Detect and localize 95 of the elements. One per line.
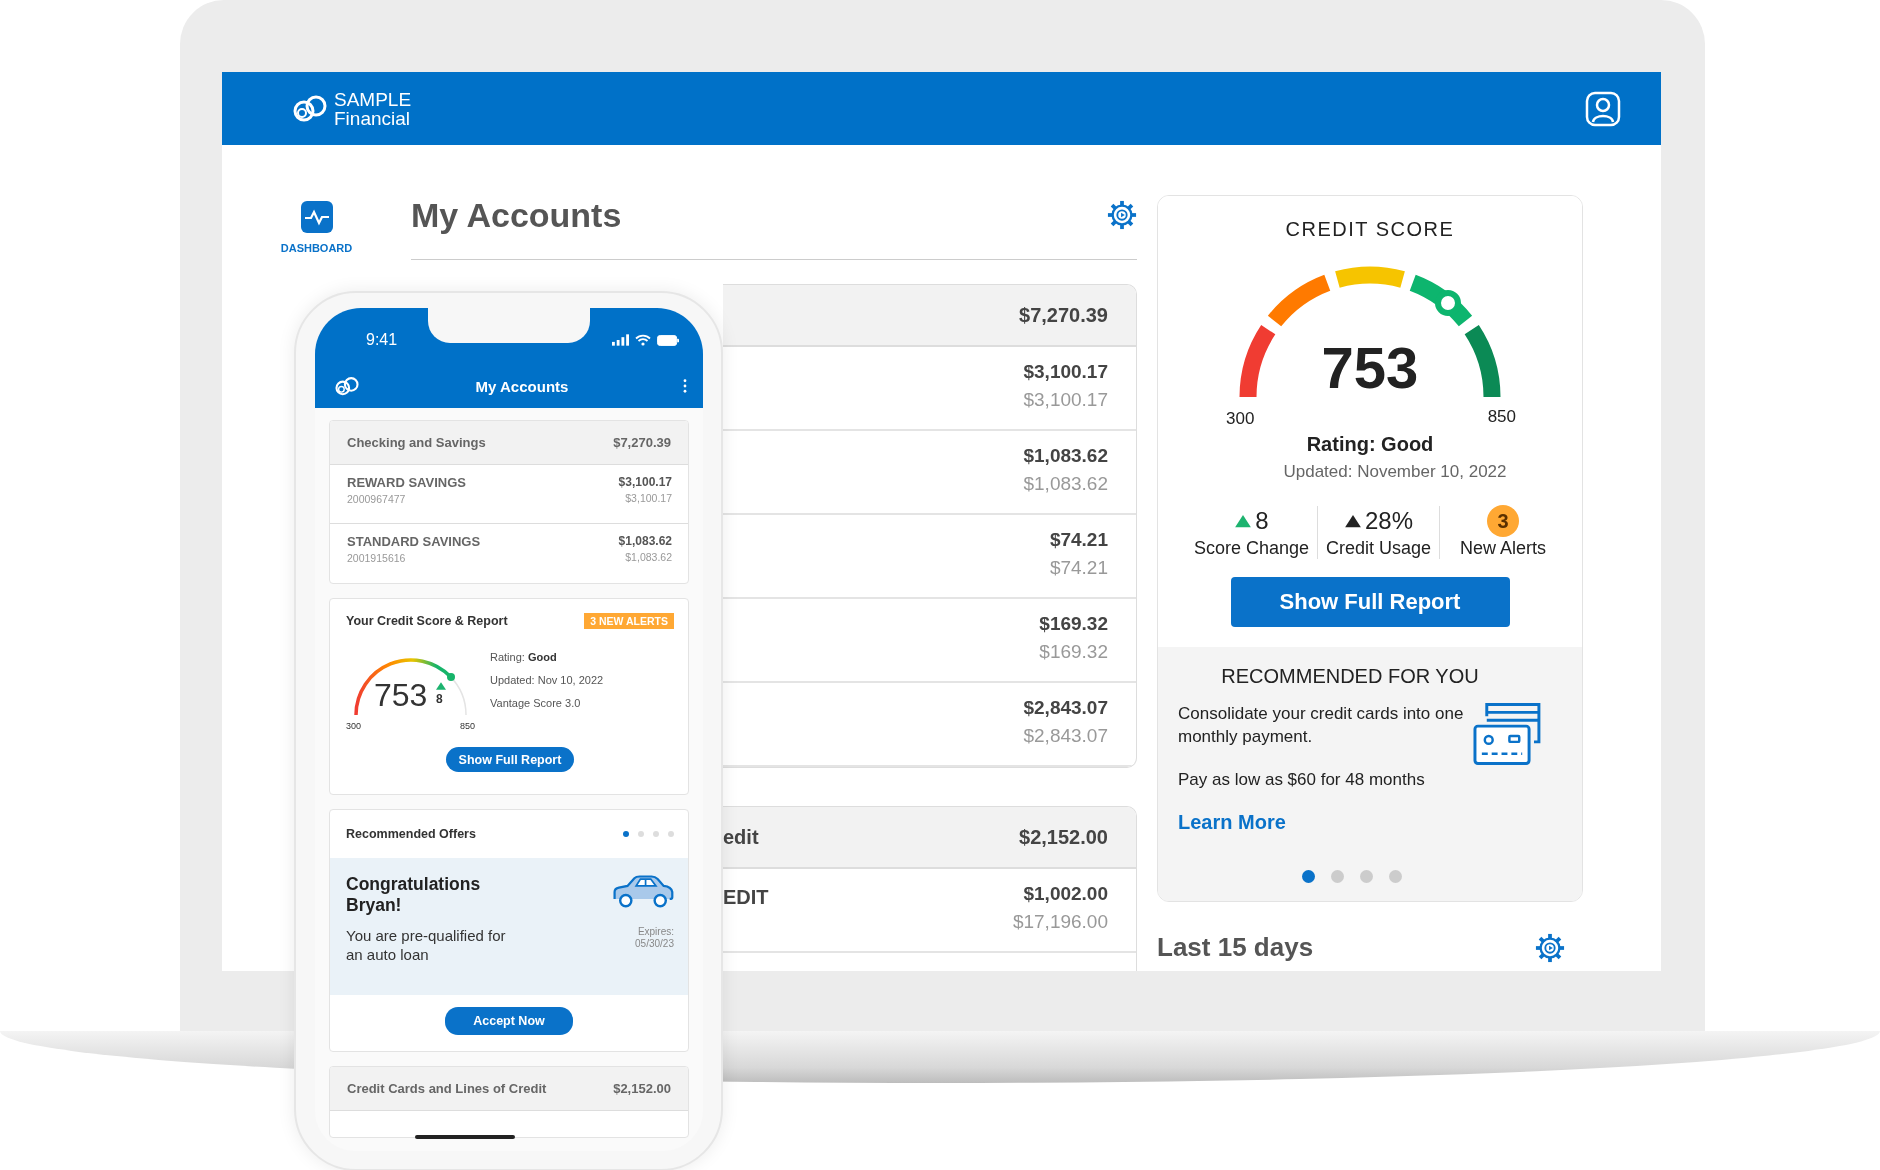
up-triangle-icon (436, 682, 446, 690)
stat-value: 8 (1255, 507, 1269, 535)
brand-name: SAMPLE (334, 89, 412, 109)
gauge-knob (445, 671, 456, 682)
learn-more-link[interactable]: Learn More (1178, 811, 1286, 834)
battery-icon (657, 334, 679, 346)
account-name[interactable]: REWARD SAVINGS (347, 475, 466, 490)
account-balance: $1,083.62 (1023, 445, 1108, 467)
credit-score: 753 (374, 677, 428, 714)
scale-label: 850 (460, 721, 476, 731)
account-balance: $1,002.00 (1023, 883, 1108, 905)
account-number: 2000967477 (347, 493, 407, 505)
settings-icon[interactable] (1535, 932, 1565, 963)
wifi-icon (635, 334, 651, 346)
scale-label: 850 (1487, 407, 1516, 427)
brand-name: Financial (334, 108, 412, 128)
show-report-button[interactable]: Show Full Report (446, 747, 574, 772)
updated-text: Updated: November 10, 2022 (1283, 462, 1507, 482)
stat-label: Score Change (1193, 538, 1309, 559)
stat-label: Credit Usage (1326, 538, 1432, 559)
account-name[interactable]: STANDARD SAVINGS (347, 534, 481, 549)
group-total: $7,270.39 (613, 435, 671, 450)
more-icon[interactable] (683, 379, 687, 393)
profile-icon[interactable] (1585, 90, 1621, 127)
alert-count: 3 (1487, 505, 1520, 537)
carousel-dot[interactable] (623, 831, 629, 837)
score-detail: Vantage Score 3.0 (490, 697, 582, 709)
carousel-dot[interactable] (638, 831, 644, 837)
card-title: CREDIT SCORE (1285, 218, 1455, 241)
available-balance: $1,083.62 (625, 551, 672, 563)
offer-text: Consolidate your credit cards into one monthly payment. (1178, 703, 1465, 748)
card-title: Your Credit Score & Report (346, 614, 508, 628)
accept-button[interactable]: Accept Now (445, 1007, 573, 1035)
offer-heading: Congratulations Bryan! (346, 874, 482, 916)
rating-text: Rating: Good (1306, 433, 1434, 456)
logo-icon (333, 375, 361, 397)
account-balance: $74.21 (1049, 529, 1108, 551)
up-triangle-icon (1344, 514, 1362, 528)
available-balance: $3,100.17 (1023, 389, 1108, 411)
carousel-dot[interactable] (1389, 870, 1402, 883)
available-balance: $169.32 (1039, 641, 1108, 663)
carousel-dot[interactable] (653, 831, 659, 837)
group-header[interactable]: Credit Cards and Lines of Credit $2,152.00 (330, 1067, 688, 1111)
section-title: Last 15 days (1157, 932, 1314, 963)
up-triangle-icon (1234, 514, 1253, 528)
available-balance: $2,843.07 (1023, 725, 1108, 747)
available-balance: $3,100.17 (625, 492, 672, 504)
offer-text: You are pre-qualified for an auto loan (346, 926, 507, 964)
scale-label: 300 (1226, 409, 1255, 429)
credit-score: 753 (1320, 334, 1420, 401)
group-total: $2,152.00 (1019, 825, 1108, 849)
screen-title: My Accounts (475, 377, 569, 395)
show-report-button[interactable]: Show Full Report (1230, 577, 1510, 627)
card-title: Recommended Offers (346, 827, 476, 841)
stat-value: 28% (1365, 507, 1414, 535)
settings-icon[interactable] (1107, 200, 1137, 230)
score-detail: Rating: Good (490, 651, 558, 663)
status-time: 9:41 (366, 331, 398, 349)
group-name: Checking and Savings (347, 435, 486, 450)
available-balance: $17,196.00 (1012, 911, 1108, 933)
car-icon (612, 874, 674, 910)
signal-icon (612, 334, 629, 346)
account-number: 2001915616 (347, 552, 407, 564)
carousel-dot[interactable] (668, 831, 674, 837)
stat-label: New Alerts (1460, 538, 1547, 559)
account-balance: $3,100.17 (618, 475, 672, 489)
credit-card-icon (1473, 702, 1542, 768)
carousel-dot[interactable] (1331, 870, 1344, 883)
available-balance: $74.21 (1049, 557, 1108, 579)
group-header[interactable]: Checking and Savings $7,270.39 (330, 421, 688, 465)
group-header[interactable]: edit $2,152.00 (723, 807, 1136, 869)
account-balance: $3,100.17 (1023, 361, 1108, 383)
expiry-date: 05/30/23 (635, 938, 674, 950)
section-title: RECOMMENDED FOR YOU (1220, 665, 1480, 688)
carousel-dot[interactable] (1302, 870, 1315, 883)
account-balance: $169.32 (1039, 613, 1108, 635)
alerts-badge: 3 NEW ALERTS (584, 613, 674, 629)
group-total: $2,152.00 (613, 1081, 671, 1096)
page-title: My Accounts (411, 195, 622, 235)
carousel-dot[interactable] (1360, 870, 1373, 883)
score-detail: Updated: Nov 10, 2022 (490, 674, 604, 686)
group-name: edit (723, 825, 759, 849)
group-header[interactable]: $7,270.39 (723, 285, 1136, 347)
account-name[interactable]: EDIT (723, 886, 769, 909)
available-balance: $1,083.62 (1023, 473, 1108, 495)
group-name: Credit Cards and Lines of Credit (347, 1081, 547, 1096)
expiry-label: Expires: (637, 926, 674, 938)
offer-text: Pay as low as $60 for 48 months (1178, 769, 1426, 791)
account-balance: $1,083.62 (618, 534, 672, 548)
score-change: 8 (436, 692, 443, 706)
group-total: $7,270.39 (1019, 303, 1108, 327)
pulse-icon (299, 200, 334, 234)
account-balance: $2,843.07 (1023, 697, 1108, 719)
sidebar-item[interactable]: DASHBOARD (280, 200, 353, 254)
scale-label: 300 (346, 721, 362, 731)
